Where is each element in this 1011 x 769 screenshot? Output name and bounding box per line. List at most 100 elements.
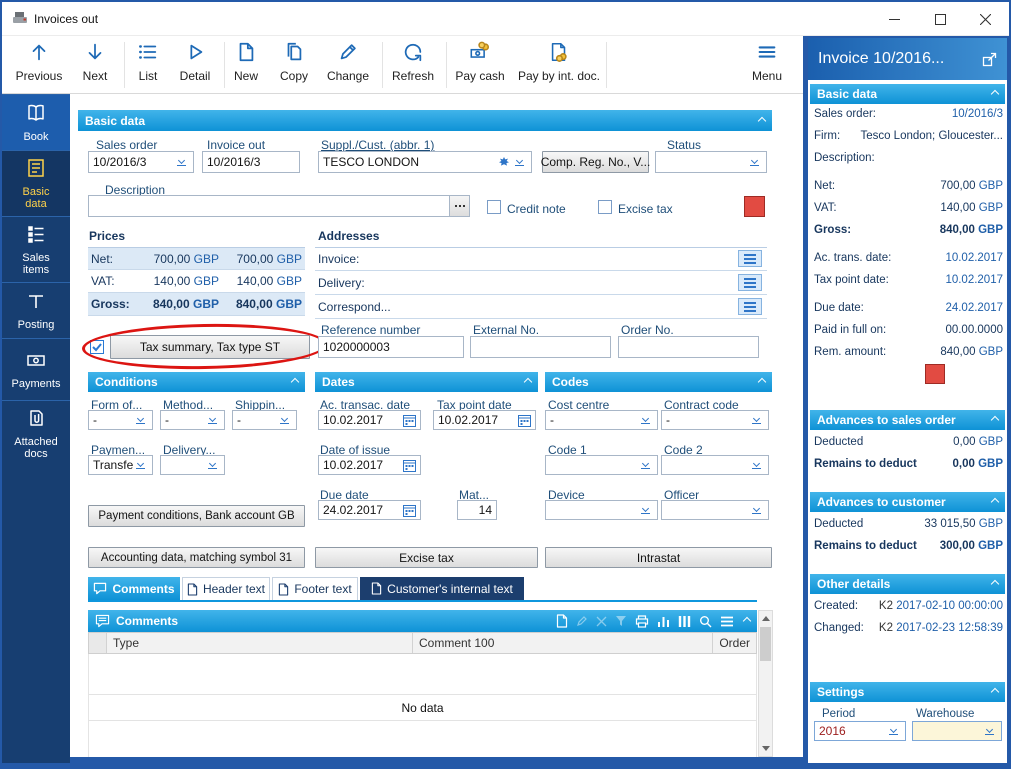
dropdown-icon[interactable] <box>512 152 527 172</box>
collapse-icon[interactable] <box>991 580 999 588</box>
sidebar-item-sales-items[interactable]: Sales items <box>2 216 70 282</box>
collapse-icon[interactable] <box>744 618 750 624</box>
codes-section-header[interactable]: Codes <box>545 372 772 392</box>
tax-summary-checkbox[interactable] <box>90 340 104 354</box>
tab-customers-internal-text[interactable]: Customer's internal text <box>360 577 524 600</box>
calendar-icon[interactable] <box>518 414 531 427</box>
collapse-icon[interactable] <box>524 378 532 386</box>
dropdown-icon[interactable] <box>205 411 220 429</box>
new-record-icon[interactable] <box>556 614 568 628</box>
open-external-icon[interactable] <box>982 52 997 67</box>
correspond-address-menu-button[interactable] <box>738 298 762 315</box>
sales-order-combo[interactable]: 10/2016/3 <box>88 151 194 173</box>
device-combo[interactable] <box>545 500 658 520</box>
calendar-icon[interactable] <box>403 504 416 517</box>
accounting-data-button[interactable]: Accounting data, matching symbol 31 <box>88 547 305 568</box>
copy-button[interactable]: Copy <box>274 41 314 83</box>
ac-transac-date-input[interactable]: 10.02.2017 <box>318 410 421 430</box>
column-header-order[interactable]: Order <box>713 633 756 653</box>
comp-reg-button[interactable]: Comp. Reg. No., V... <box>542 151 649 173</box>
tab-header-text[interactable]: Header text <box>182 577 270 600</box>
panel-adv-customer-header[interactable]: Advances to customer <box>810 492 1005 512</box>
order-no-input[interactable] <box>618 336 759 358</box>
dropdown-icon[interactable] <box>277 411 292 429</box>
sidebar-item-attached-docs[interactable]: Attached docs <box>2 400 70 466</box>
menu-button[interactable]: Menu <box>744 41 790 83</box>
contract-code-combo[interactable]: - <box>661 410 769 430</box>
dropdown-icon[interactable] <box>747 152 762 172</box>
close-button[interactable] <box>963 2 1007 36</box>
customer-label[interactable]: Suppl./Cust. (abbr. 1) <box>321 138 434 152</box>
customer-input[interactable]: TESCO LONDON <box>318 151 532 173</box>
collapse-icon[interactable] <box>991 688 999 696</box>
next-button[interactable]: Next <box>73 41 117 83</box>
panel-basic-data-header[interactable]: Basic data <box>810 84 1005 104</box>
dropdown-icon[interactable] <box>205 456 220 474</box>
code1-combo[interactable] <box>545 455 658 475</box>
code2-combo[interactable] <box>661 455 769 475</box>
payment-conditions-button[interactable]: Payment conditions, Bank account GB <box>88 505 305 527</box>
list-button[interactable]: List <box>128 41 168 83</box>
change-button[interactable]: Change <box>322 41 374 83</box>
sidebar-item-posting[interactable]: Posting <box>2 282 70 338</box>
previous-button[interactable]: Previous <box>14 41 64 83</box>
collapse-icon[interactable] <box>758 378 766 386</box>
period-combo[interactable]: 2016 <box>814 721 906 741</box>
sidebar-item-payments[interactable]: Payments <box>2 338 70 400</box>
excise-tax-checkbox[interactable] <box>598 200 612 214</box>
collapse-icon[interactable] <box>991 90 999 98</box>
dropdown-icon[interactable] <box>638 456 653 474</box>
refresh-button[interactable]: Refresh <box>388 41 438 83</box>
collapse-icon[interactable] <box>291 378 299 386</box>
ellipsis-button[interactable] <box>449 196 469 216</box>
calendar-icon[interactable] <box>403 459 416 472</box>
dropdown-icon[interactable] <box>133 456 148 474</box>
scroll-up-icon[interactable] <box>762 616 770 621</box>
dropdown-icon[interactable] <box>982 722 997 740</box>
external-no-input[interactable] <box>470 336 611 358</box>
description-input[interactable] <box>88 195 470 217</box>
maturity-input[interactable]: 14 <box>457 500 497 520</box>
collapse-icon[interactable] <box>991 498 999 506</box>
excise-tax-button[interactable]: Excise tax <box>315 547 538 568</box>
print-icon[interactable] <box>635 615 649 628</box>
basic-data-section-header[interactable]: Basic data <box>78 110 772 131</box>
form-of-combo[interactable]: - <box>88 410 153 430</box>
dropdown-icon[interactable] <box>749 501 764 519</box>
panel-menu-icon[interactable] <box>720 616 734 627</box>
zoom-icon[interactable] <box>699 615 712 628</box>
due-date-input[interactable]: 24.02.2017 <box>318 500 421 520</box>
dropdown-icon[interactable] <box>749 411 764 429</box>
pay-cash-button[interactable]: Pay cash <box>451 41 509 83</box>
chart-icon[interactable] <box>657 615 670 628</box>
panel-other-details-header[interactable]: Other details <box>810 574 1005 594</box>
new-button[interactable]: New <box>227 41 265 83</box>
column-header-comment[interactable]: Comment 100 <box>413 633 713 653</box>
invoice-address-menu-button[interactable] <box>738 250 762 267</box>
tab-comments[interactable]: Comments <box>88 577 180 600</box>
tab-footer-text[interactable]: Footer text <box>272 577 358 600</box>
panel-settings-header[interactable]: Settings <box>810 682 1005 702</box>
dates-section-header[interactable]: Dates <box>315 372 538 392</box>
shipping-combo[interactable]: - <box>232 410 297 430</box>
columns-icon[interactable] <box>678 615 691 628</box>
dropdown-icon[interactable] <box>749 456 764 474</box>
reference-number-input[interactable]: 1020000003 <box>318 336 464 358</box>
detail-button[interactable]: Detail <box>172 41 218 83</box>
maximize-button[interactable] <box>918 2 962 36</box>
sidebar-item-book[interactable]: Book <box>2 94 70 150</box>
status-combo[interactable] <box>655 151 767 173</box>
delivery-address-menu-button[interactable] <box>738 274 762 291</box>
minimize-button[interactable] <box>872 2 916 36</box>
tax-summary-button[interactable]: Tax summary, Tax type ST <box>110 335 310 359</box>
invoice-out-input[interactable]: 10/2016/3 <box>202 151 300 173</box>
cost-centre-combo[interactable]: - <box>545 410 658 430</box>
intrastat-button[interactable]: Intrastat <box>545 547 772 568</box>
scroll-down-icon[interactable] <box>762 746 770 751</box>
panel-adv-order-header[interactable]: Advances to sales order <box>810 410 1005 430</box>
officer-combo[interactable] <box>661 500 769 520</box>
vertical-scrollbar[interactable] <box>758 610 773 757</box>
collapse-icon[interactable] <box>758 116 766 124</box>
sidebar-item-basic-data[interactable]: Basic data <box>2 150 70 216</box>
method-combo[interactable]: - <box>160 410 225 430</box>
